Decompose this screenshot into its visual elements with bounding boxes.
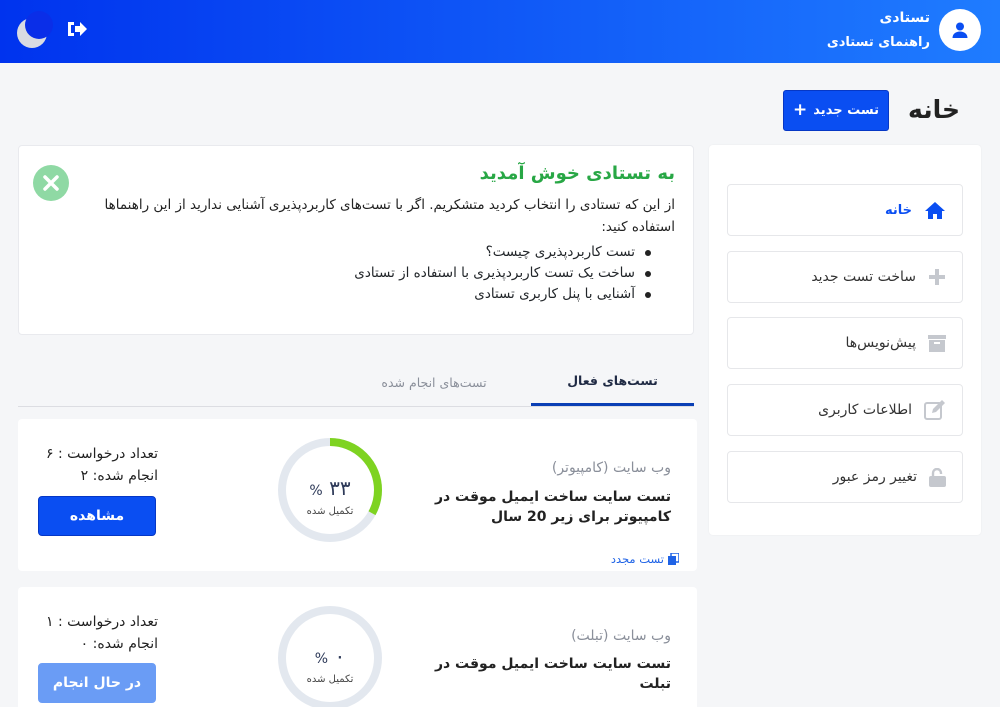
guide-link[interactable]: ساخت یک تست کاربردپذیری با استفاده از تس…: [354, 263, 653, 284]
progress-value: ۰ %: [314, 644, 346, 668]
welcome-text: از این که تستادی را انتخاب کردید متشکریم…: [104, 197, 675, 235]
lock-icon: [929, 467, 946, 487]
user-icon: [952, 22, 968, 38]
progress-label: تکمیل شده: [306, 506, 354, 517]
sidebar-item-label: پیش‌نویس‌ها: [845, 335, 917, 351]
test-category: وب سایت (تبلت): [571, 628, 671, 644]
test-description: تست سایت ساخت ایمیل موقت در تبلت: [434, 656, 671, 692]
archive-icon: [928, 334, 946, 352]
close-button[interactable]: [33, 165, 69, 201]
sidebar-item-home[interactable]: خانه: [727, 184, 963, 236]
home-icon: [925, 201, 945, 219]
theme-toggle-button[interactable]: [16, 11, 56, 51]
sidebar-item-new-test[interactable]: ساخت تست جدید: [727, 251, 963, 303]
user-role: راهنمای تستادی: [826, 35, 930, 50]
test-card: وب سایت (تبلت) تست سایت ساخت ایمیل موقت …: [18, 587, 697, 707]
welcome-title: به تستادی خوش آمدید: [479, 163, 675, 184]
progress-value: ۳۳ %: [309, 476, 351, 500]
sidebar-item-profile[interactable]: اطلاعات کاربری: [727, 384, 963, 436]
progress-label: تکمیل شده: [306, 674, 354, 685]
progress-gauge: ۰ % تکمیل شده: [276, 604, 384, 707]
copy-icon: [668, 553, 679, 565]
view-button[interactable]: مشاهده: [38, 496, 156, 536]
tab-active-tests[interactable]: تست‌های فعال: [531, 358, 694, 406]
test-meta: تعداد درخواست : ۶ انجام شده: ۲: [38, 443, 158, 487]
sidebar-item-label: ساخت تست جدید: [811, 269, 916, 285]
retest-label: تست مجدد: [610, 552, 664, 566]
logout-icon[interactable]: [66, 19, 88, 39]
plus-icon: +: [793, 100, 808, 120]
user-avatar[interactable]: [939, 9, 981, 51]
guide-link[interactable]: تست کاربردپذیری چیست؟: [354, 242, 653, 263]
sidebar-item-label: اطلاعات کاربری: [818, 402, 912, 418]
user-name: تستادی: [879, 10, 931, 26]
test-category: وب سایت (کامپیوتر): [551, 460, 671, 476]
progress-gauge: ۳۳ % تکمیل شده: [276, 436, 384, 544]
sidebar-item-label: خانه: [884, 202, 912, 218]
sidebar-item-label: تغییر رمز عبور: [832, 469, 917, 485]
plus-icon: [929, 269, 945, 285]
sidebar: خانه ساخت تست جدید پیش‌نویس‌ها اطلاعات ک…: [709, 145, 981, 535]
test-card: وب سایت (کامپیوتر) تست سایت ساخت ایمیل م…: [18, 419, 697, 571]
test-description: تست سایت ساخت ایمیل موقت در کامپیوتر برا…: [434, 489, 671, 525]
requests-count: تعداد درخواست : ۶: [46, 446, 158, 462]
close-icon: [43, 175, 59, 191]
guide-list: تست کاربردپذیری چیست؟ ساخت یک تست کاربرد…: [354, 242, 653, 305]
page-title: خانه: [908, 95, 960, 124]
sidebar-item-drafts[interactable]: پیش‌نویس‌ها: [727, 317, 963, 369]
edit-icon: [924, 400, 945, 420]
done-count: انجام شده: ۰: [80, 636, 158, 652]
done-count: انجام شده: ۲: [80, 468, 158, 484]
new-test-label: تست جدید: [813, 103, 879, 118]
top-bar: تستادی راهنمای تستادی: [0, 0, 1000, 63]
requests-count: تعداد درخواست : ۱: [46, 614, 158, 630]
test-meta: تعداد درخواست : ۱ انجام شده: ۰: [38, 611, 158, 655]
in-progress-button[interactable]: در حال انجام: [38, 663, 156, 703]
guide-link[interactable]: آشنایی با پنل کاربری تستادی: [354, 284, 653, 305]
retest-link[interactable]: تست مجدد: [611, 552, 679, 566]
tab-completed-tests[interactable]: تست‌های انجام شده: [354, 358, 514, 406]
new-test-button[interactable]: تست جدید +: [783, 90, 889, 131]
tests-tabs: تست‌های فعال تست‌های انجام شده: [18, 358, 694, 407]
moon-icon: [17, 11, 53, 48]
welcome-card: به تستادی خوش آمدید از این که تستادی را …: [18, 145, 694, 335]
sidebar-item-change-password[interactable]: تغییر رمز عبور: [727, 451, 963, 503]
